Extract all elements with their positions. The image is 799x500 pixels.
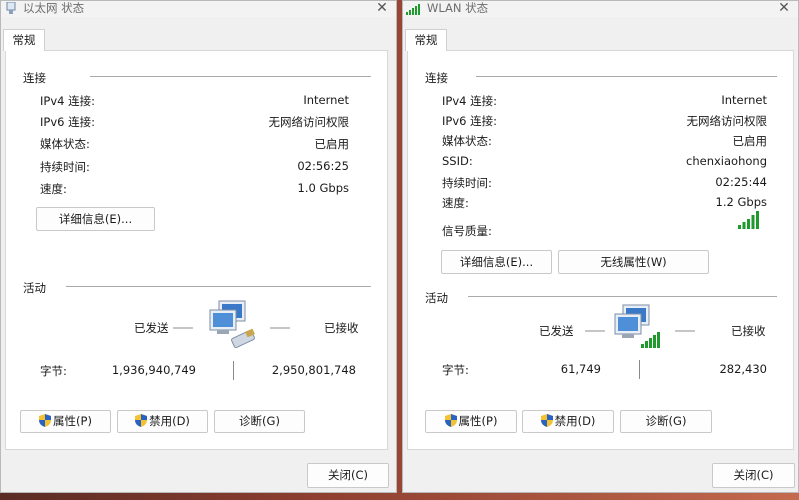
title-bar: WLAN 状态 ✕ <box>403 1 798 17</box>
bytes-received-value: 282,430 <box>719 362 767 376</box>
duration-label: 持续时间: <box>442 176 492 190</box>
media-state-label: 媒体状态: <box>40 137 90 151</box>
ipv6-label: IPv6 连接: <box>40 115 95 129</box>
bytes-sent-value: 61,749 <box>560 362 601 376</box>
wifi-signal-icon <box>406 4 420 15</box>
disable-label: 禁用(D) <box>149 414 190 428</box>
computer-network-icon <box>209 300 255 349</box>
speed-value: 1.2 Gbps <box>715 195 767 209</box>
close-icon[interactable]: ✕ <box>774 1 794 16</box>
duration-value: 02:25:44 <box>715 175 767 189</box>
tab-general[interactable]: 常规 <box>3 29 45 51</box>
duration-value: 02:56:25 <box>297 159 349 173</box>
ipv4-value: Internet <box>721 93 767 107</box>
section-divider <box>468 296 777 297</box>
ethernet-status-dialog: 以太网 状态 ✕ 常规 连接 IPv4 连接: Internet IPv6 连接… <box>0 0 397 493</box>
section-divider <box>66 286 371 287</box>
uac-shield-icon <box>444 414 457 427</box>
signal-strength-icon <box>738 211 759 229</box>
connection-section-header: 连接 <box>23 71 46 85</box>
media-state-value: 已启用 <box>732 134 768 148</box>
uac-shield-icon <box>39 414 52 427</box>
ipv4-value: Internet <box>303 93 349 107</box>
title-bar: 以太网 状态 ✕ <box>1 1 396 17</box>
received-dash <box>675 330 695 332</box>
disable-button[interactable]: 禁用(D) <box>117 410 208 433</box>
section-divider <box>476 76 777 77</box>
diagnose-button[interactable]: 诊断(G) <box>620 410 712 433</box>
sent-label: 已发送 <box>134 321 169 335</box>
ipv6-label: IPv6 连接: <box>442 114 497 128</box>
general-panel: 连接 IPv4 连接: Internet IPv6 连接: 无网络访问权限 媒体… <box>407 50 794 450</box>
properties-label: 属性(P) <box>53 414 92 428</box>
uac-shield-icon <box>540 414 553 427</box>
wlan-status-dialog: WLAN 状态 ✕ 常规 连接 IPv4 连接: Internet IPv6 连… <box>402 0 799 493</box>
disable-button[interactable]: 禁用(D) <box>522 410 614 433</box>
received-label: 已接收 <box>731 324 766 338</box>
received-dash <box>270 327 290 329</box>
bytes-divider <box>233 361 234 380</box>
activity-section-header: 活动 <box>425 291 448 305</box>
properties-label: 属性(P) <box>458 414 498 428</box>
properties-button[interactable]: 属性(P) <box>425 410 517 433</box>
window-title: 以太网 状态 <box>23 1 85 15</box>
speed-label: 速度: <box>40 182 67 196</box>
computer-network-icon <box>614 304 660 348</box>
ipv6-value: 无网络访问权限 <box>268 115 350 129</box>
close-button[interactable]: 关闭(C) <box>712 463 795 488</box>
media-state-value: 已启用 <box>314 137 350 151</box>
close-icon[interactable]: ✕ <box>372 1 392 16</box>
connection-section-header: 连接 <box>425 71 448 85</box>
bytes-received-value: 2,950,801,748 <box>271 363 356 377</box>
details-button[interactable]: 详细信息(E)... <box>441 250 552 274</box>
ssid-value: chenxiaohong <box>686 154 767 168</box>
speed-label: 速度: <box>442 196 469 210</box>
close-button[interactable]: 关闭(C) <box>307 463 389 488</box>
ipv4-label: IPv4 连接: <box>40 94 95 108</box>
details-button[interactable]: 详细信息(E)... <box>36 207 155 231</box>
bytes-label: 字节: <box>40 364 67 378</box>
ipv4-label: IPv4 连接: <box>442 94 497 108</box>
general-panel: 连接 IPv4 连接: Internet IPv6 连接: 无网络访问权限 媒体… <box>5 50 388 450</box>
speed-value: 1.0 Gbps <box>297 181 349 195</box>
ethernet-adapter-icon <box>6 2 16 14</box>
bytes-label: 字节: <box>442 363 469 377</box>
bytes-sent-value: 1,936,940,749 <box>111 363 196 377</box>
sent-label: 已发送 <box>539 324 574 338</box>
signal-quality-label: 信号质量: <box>442 224 492 238</box>
disable-label: 禁用(D) <box>554 414 596 428</box>
bytes-divider <box>639 360 640 379</box>
tab-general[interactable]: 常规 <box>405 29 447 51</box>
received-label: 已接收 <box>324 321 359 335</box>
sent-dash <box>585 330 605 332</box>
section-divider <box>90 76 371 77</box>
ssid-label: SSID: <box>442 154 473 168</box>
activity-section-header: 活动 <box>23 281 46 295</box>
wireless-properties-button[interactable]: 无线属性(W) <box>558 250 709 274</box>
duration-label: 持续时间: <box>40 160 90 174</box>
uac-shield-icon <box>135 414 148 427</box>
diagnose-button[interactable]: 诊断(G) <box>214 410 305 433</box>
media-state-label: 媒体状态: <box>442 134 492 148</box>
sent-dash <box>173 327 193 329</box>
window-title: WLAN 状态 <box>427 1 489 15</box>
properties-button[interactable]: 属性(P) <box>20 410 111 433</box>
ipv6-value: 无网络访问权限 <box>686 114 768 128</box>
